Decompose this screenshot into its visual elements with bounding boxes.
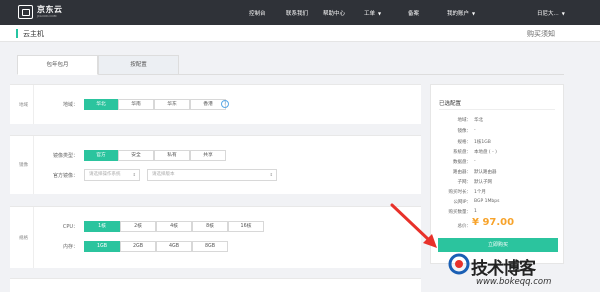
watermark-text: 技术博客 <box>471 259 536 279</box>
nav-help-center[interactable]: 帮助中心 <box>323 9 345 17</box>
region-option-south[interactable]: 华南 <box>118 99 154 110</box>
billing-tabs: 包年包月 按配置 <box>17 55 564 75</box>
region-option-east[interactable]: 华东 <box>154 99 190 110</box>
image-type-label: 镜像类型： <box>52 153 78 159</box>
watermark-logo-icon <box>448 253 470 275</box>
section-label-image: 镜像 <box>14 136 34 194</box>
section-label-region: 地域 <box>14 85 34 124</box>
region-section: 地域 地域： 华北 华南 华东 香港 ? <box>10 84 421 124</box>
memory-option-8gb[interactable]: 8GB <box>192 241 228 252</box>
cpu-option-1[interactable]: 1核 <box>84 221 120 232</box>
summary-row-region: 地域： 华北 <box>457 118 484 123</box>
page-title-bar: 云主机 购买须知 <box>0 25 600 42</box>
tab-pay-by-config[interactable]: 按配置 <box>98 55 179 75</box>
chevron-down-icon: ▼ <box>561 11 565 16</box>
nav-tickets[interactable]: 工单 ▼ <box>364 9 381 17</box>
tab-annual-monthly[interactable]: 包年包月 <box>17 55 98 75</box>
region-label: 地域： <box>62 102 78 108</box>
purchase-notice-link[interactable]: 购买须知 <box>527 29 555 39</box>
summary-row-image: 镜像： - <box>457 128 476 134</box>
total-price-value: ¥ 97.00 <box>472 217 515 228</box>
summary-row-data-disk: 数据盘： - <box>453 159 476 165</box>
image-type-private[interactable]: 私有 <box>154 150 190 161</box>
official-image-label: 官方镜像： <box>52 173 78 179</box>
chevron-updown-icon: ⇕ <box>269 172 273 177</box>
title-accent-bar <box>16 29 18 38</box>
nav-user-menu[interactable]: 日尼大... ▼ <box>537 9 565 17</box>
chevron-down-icon: ▼ <box>378 11 382 16</box>
nav-filing[interactable]: 备案 <box>408 9 419 17</box>
version-select[interactable]: 请选择版本 ⇕ <box>147 169 277 181</box>
memory-label: 内存： <box>62 244 78 250</box>
spec-section: 规格 CPU： 1核 2核 4核 8核 16核 内存： 1GB 2GB 4GB … <box>10 206 421 268</box>
section-label-spec: 规格 <box>14 207 34 268</box>
cpu-option-8[interactable]: 8核 <box>192 221 228 232</box>
image-section: 镜像 镜像类型： 官方 安全 私有 共享 官方镜像： 请选择操作系统 ⇕ 请选择版… <box>10 135 421 194</box>
region-option-north[interactable]: 华北 <box>84 99 118 110</box>
logo-subtext: JCLOUD.COM <box>37 14 57 18</box>
watermark-url: www.bokeqq.com <box>476 277 552 287</box>
cpu-option-16[interactable]: 16核 <box>228 221 264 232</box>
summary-divider <box>439 109 555 110</box>
summary-row-spec: 规格： 1核1GB <box>457 140 491 145</box>
image-type-secure[interactable]: 安全 <box>118 150 154 161</box>
summary-row-subnet: 子网： 默认子网 <box>457 180 493 185</box>
nav-contact-us[interactable]: 联系我们 <box>286 9 308 17</box>
jdcloud-logo[interactable]: 京东云 JCLOUD.COM <box>18 5 63 19</box>
cpu-option-4[interactable]: 4核 <box>156 221 192 232</box>
memory-option-4gb[interactable]: 4GB <box>156 241 192 252</box>
summary-row-router: 路由器： 默认路由器 <box>453 170 497 175</box>
top-navigation-bar: 京东云 JCLOUD.COM 控制台 联系我们 帮助中心 工单 ▼ 备案 我的账户… <box>0 0 600 25</box>
memory-option-2gb[interactable]: 2GB <box>120 241 156 252</box>
summary-title: 已选配置 <box>439 101 462 107</box>
cloud-logo-icon <box>18 5 33 19</box>
cpu-option-2[interactable]: 2核 <box>120 221 156 232</box>
memory-option-1gb[interactable]: 1GB <box>84 241 120 252</box>
image-type-official[interactable]: 官方 <box>84 150 118 161</box>
page-title: 云主机 <box>23 30 44 38</box>
chevron-updown-icon: ⇕ <box>132 172 136 177</box>
summary-row-public-ip: 公网IP： BGP 1Mbps <box>453 199 500 205</box>
blog-watermark: 技术博客 www.bokeqq.com <box>441 248 600 292</box>
summary-row-quantity: 购买数量： 1 <box>448 209 477 215</box>
question-mark-icon[interactable]: ? <box>221 100 229 108</box>
cpu-label: CPU： <box>62 224 78 230</box>
nav-console[interactable]: 控制台 <box>249 9 266 17</box>
nav-my-account[interactable]: 我的账户 ▼ <box>447 9 475 17</box>
chevron-down-icon: ▼ <box>472 11 476 16</box>
image-type-shared[interactable]: 共享 <box>190 150 226 161</box>
next-section <box>10 278 421 292</box>
logo-text: 京东云 <box>37 5 63 14</box>
summary-row-system-disk: 系统盘： 本地盘 ( - ) <box>453 150 497 155</box>
os-select[interactable]: 请选择操作系统 ⇕ <box>84 169 140 181</box>
summary-row-duration: 购买时长： 1个月 <box>448 190 486 195</box>
total-price-label: 总价： <box>457 224 472 229</box>
